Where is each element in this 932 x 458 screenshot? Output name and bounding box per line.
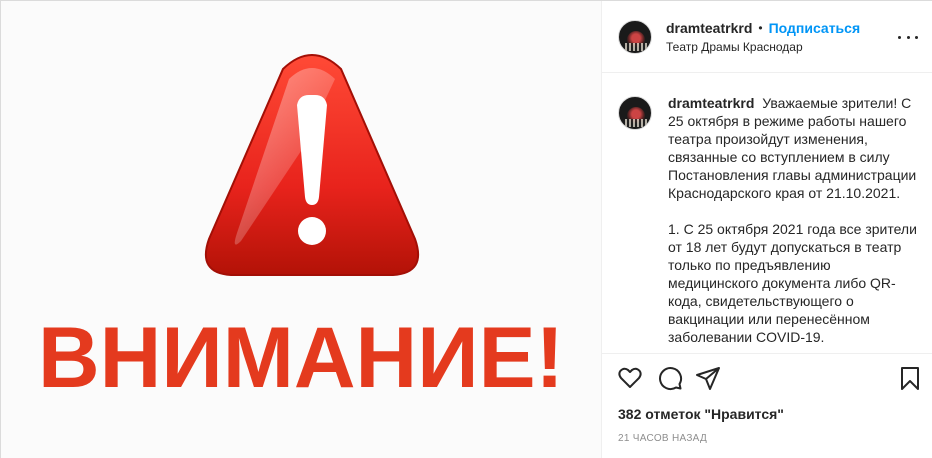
header-text: dramteatrkrd • Подписаться Театр Драмы К… — [666, 20, 860, 54]
comment-icon[interactable] — [656, 364, 684, 392]
more-dot — [898, 35, 901, 39]
comments-area[interactable]: dramteatrkrd Уважаемые зрители! С 25 окт… — [602, 74, 932, 352]
share-icon[interactable] — [694, 364, 722, 392]
caption-text: dramteatrkrd Уважаемые зрители! С 25 окт… — [668, 94, 918, 346]
follow-button[interactable]: Подписаться — [769, 20, 861, 36]
instagram-post: ВНИМАНИЕ! dramteatrkrd • Подписаться Теа… — [0, 0, 932, 458]
location-link[interactable]: Театр Драмы Краснодар — [666, 40, 860, 54]
media-headline: ВНИМАНИЕ! — [38, 310, 564, 406]
separator-dot: • — [758, 20, 763, 35]
caption: dramteatrkrd Уважаемые зрители! С 25 окт… — [618, 94, 918, 346]
exclamation-dot — [298, 217, 326, 245]
post-image[interactable]: ВНИМАНИЕ! — [1, 1, 601, 458]
post-timestamp[interactable]: 21 ЧАСОВ НАЗАД — [618, 433, 707, 444]
caption-paragraph-2: 1. С 25 октября 2021 года все зрители от… — [668, 221, 917, 345]
more-dot — [906, 35, 910, 39]
post-side-panel: dramteatrkrd • Подписаться Театр Драмы К… — [601, 1, 932, 458]
more-options-icon[interactable] — [898, 29, 918, 45]
action-bar — [602, 353, 932, 401]
avatar[interactable] — [618, 19, 652, 54]
caption-username[interactable]: dramteatrkrd — [668, 95, 754, 111]
caption-avatar[interactable] — [618, 96, 652, 130]
header-line: dramteatrkrd • Подписаться — [666, 20, 860, 36]
warning-image: ВНИМАНИЕ! — [38, 54, 564, 406]
heart-icon[interactable] — [616, 364, 644, 392]
header-username[interactable]: dramteatrkrd — [666, 20, 752, 36]
likes-count[interactable]: 382 отметок "Нравится" — [618, 406, 784, 422]
more-dot — [915, 35, 918, 39]
post-header: dramteatrkrd • Подписаться Театр Драмы К… — [602, 1, 932, 73]
bookmark-icon[interactable] — [896, 364, 924, 392]
